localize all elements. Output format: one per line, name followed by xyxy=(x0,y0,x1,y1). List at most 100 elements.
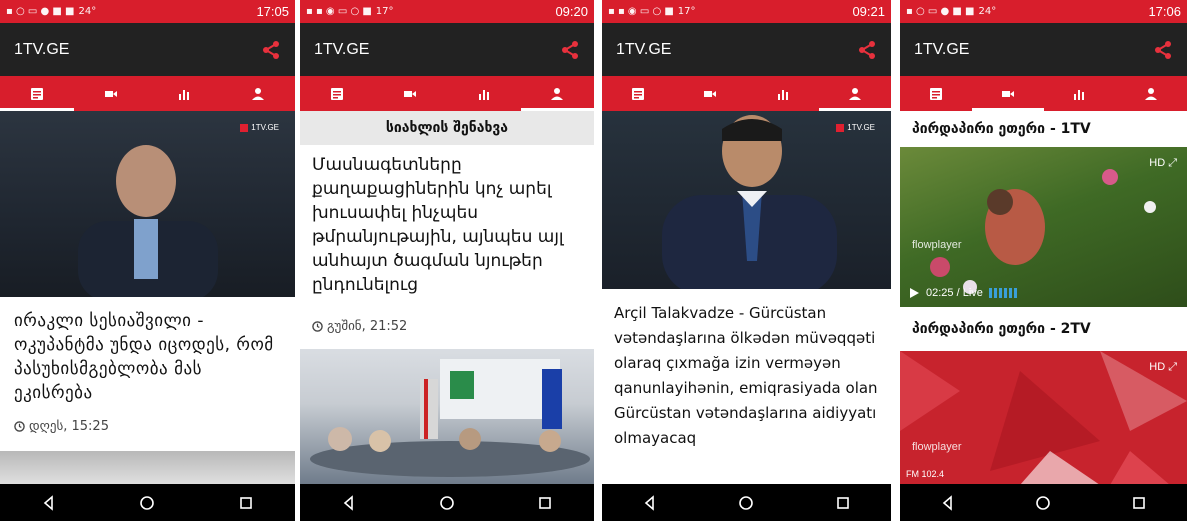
player-controls: 02:25 / Live xyxy=(908,287,1017,299)
news-image[interactable]: 1TV.GE xyxy=(0,111,295,297)
phone-screen-3: ▪ ▪ ◉ ▭ ○ ■ 17° 09:21 1TV.GE 1TV.GE Arçi… xyxy=(602,0,891,521)
video-icon xyxy=(1001,90,1014,97)
tab-profile[interactable] xyxy=(1115,76,1187,111)
tab-bar xyxy=(602,76,891,111)
news-detail-content: 1TV.GE Arçil Talakvadze - Gürcüstan vətə… xyxy=(602,111,891,484)
news-icon xyxy=(929,87,942,100)
share-icon[interactable] xyxy=(857,40,877,60)
status-time: 09:21 xyxy=(852,4,885,19)
chart-icon xyxy=(1074,89,1085,100)
next-news-image[interactable] xyxy=(0,451,295,484)
tab-profile[interactable] xyxy=(520,76,595,111)
tab-video[interactable] xyxy=(971,76,1044,111)
video-player-1tv[interactable]: HD ⤢ flowplayer 02:25 / Live xyxy=(900,147,1187,307)
hd-fullscreen-icon[interactable]: HD ⤢ xyxy=(1149,361,1177,374)
news-headline[interactable]: Մասնագետները քաղաքացիներին կոչ արել խուս… xyxy=(312,153,584,297)
tab-bar xyxy=(0,76,295,111)
app-bar: 1TV.GE xyxy=(602,23,891,76)
tab-news[interactable] xyxy=(602,76,674,111)
status-icons: ▪ ○ ▭ ● ■ ■ 24° xyxy=(6,6,97,17)
home-icon[interactable] xyxy=(438,494,456,512)
status-icons: ▪ ○ ▭ ● ■ ■ 24° xyxy=(906,6,997,17)
status-icons: ▪ ▪ ◉ ▭ ○ ■ 17° xyxy=(608,6,696,17)
status-bar: ▪ ▪ ◉ ▭ ○ ■ 17° 09:20 xyxy=(300,0,594,23)
meeting-illustration xyxy=(310,359,590,477)
status-time: 17:06 xyxy=(1148,4,1181,19)
volume-bars[interactable] xyxy=(988,288,1017,298)
share-icon[interactable] xyxy=(261,40,281,60)
tab-profile[interactable] xyxy=(818,76,891,111)
recents-icon[interactable] xyxy=(536,494,554,512)
video-player-2tv[interactable]: HD ⤢ flowplayer FM 102.4 xyxy=(900,351,1187,484)
tab-bar xyxy=(900,76,1187,111)
share-icon[interactable] xyxy=(560,40,580,60)
news-image[interactable] xyxy=(300,349,594,484)
news-headline[interactable]: ირაკლი სესიაშვილი - ოკუპანტმა უნდა იცოდე… xyxy=(14,309,285,405)
tab-stats[interactable] xyxy=(447,76,521,111)
person-illustration xyxy=(78,145,218,297)
profile-icon xyxy=(551,87,564,100)
tab-news[interactable] xyxy=(0,76,74,111)
app-title: 1TV.GE xyxy=(14,40,70,58)
app-bar: 1TV.GE xyxy=(0,23,295,76)
tab-profile[interactable] xyxy=(221,76,295,111)
tab-stats[interactable] xyxy=(148,76,222,111)
tab-video[interactable] xyxy=(74,76,148,111)
play-icon[interactable] xyxy=(908,287,920,299)
back-icon[interactable] xyxy=(641,494,659,512)
back-icon[interactable] xyxy=(939,494,957,512)
app-title: 1TV.GE xyxy=(616,40,672,58)
hd-fullscreen-icon[interactable]: HD ⤢ xyxy=(1149,157,1177,170)
profile-icon xyxy=(848,87,861,100)
tab-stats[interactable] xyxy=(1044,76,1116,111)
news-image[interactable]: 1TV.GE xyxy=(602,111,891,289)
news-icon xyxy=(30,87,43,100)
tab-news[interactable] xyxy=(900,76,972,111)
home-icon[interactable] xyxy=(1034,494,1052,512)
section-title: სიახლის შენახვა xyxy=(300,111,594,145)
saved-news-content: სიახლის შენახვა Մասնագետները քաղաքացիներ… xyxy=(300,111,594,484)
status-bar: ▪ ○ ▭ ● ■ ■ 24° 17:06 xyxy=(900,0,1187,23)
status-time: 09:20 xyxy=(555,4,588,19)
live-title-1tv: პირდაპირი ეთერი - 1TV xyxy=(912,121,1091,137)
phone-screen-4: ▪ ○ ▭ ● ■ ■ 24° 17:06 1TV.GE პირდაპირი ე… xyxy=(900,0,1187,521)
news-meta: დღეს, 15:25 xyxy=(14,419,109,434)
phone-screen-1: ▪ ○ ▭ ● ■ ■ 24° 17:05 1TV.GE 1TV.GE ირაკ… xyxy=(0,0,295,521)
system-nav-bar xyxy=(300,484,594,521)
recents-icon[interactable] xyxy=(1130,494,1148,512)
status-time: 17:05 xyxy=(256,4,289,19)
home-icon[interactable] xyxy=(737,494,755,512)
status-icons: ▪ ▪ ◉ ▭ ○ ■ 17° xyxy=(306,6,394,17)
tab-video[interactable] xyxy=(374,76,448,111)
system-nav-bar xyxy=(602,484,891,521)
chart-icon xyxy=(179,89,190,100)
recents-icon[interactable] xyxy=(834,494,852,512)
recents-icon[interactable] xyxy=(237,494,255,512)
app-title: 1TV.GE xyxy=(314,40,370,58)
news-headline[interactable]: Arçil Talakvadze - Gürcüstan vətəndaşlar… xyxy=(614,301,883,451)
home-icon[interactable] xyxy=(138,494,156,512)
back-icon[interactable] xyxy=(340,494,358,512)
player-watermark: flowplayer xyxy=(912,441,962,453)
video-icon xyxy=(704,90,717,97)
player-watermark: flowplayer xyxy=(912,239,962,251)
chart-icon xyxy=(777,89,788,100)
clock-icon xyxy=(312,321,323,332)
news-meta: გუშინ, 21:52 xyxy=(312,319,407,334)
garden-illustration xyxy=(930,169,1156,294)
news-icon xyxy=(330,87,343,100)
news-time: დღეს, 15:25 xyxy=(29,419,109,434)
news-content: 1TV.GE ირაკლი სესიაშვილი - ოკუპანტმა უნდ… xyxy=(0,111,295,484)
tab-news[interactable] xyxy=(300,76,374,111)
back-icon[interactable] xyxy=(40,494,58,512)
live-title-2tv: პირდაპირი ეთერი - 2TV xyxy=(912,321,1091,337)
status-bar: ▪ ▪ ◉ ▭ ○ ■ 17° 09:21 xyxy=(602,0,891,23)
tab-stats[interactable] xyxy=(747,76,819,111)
app-bar: 1TV.GE xyxy=(300,23,594,76)
clock-icon xyxy=(14,421,25,432)
share-icon[interactable] xyxy=(1153,40,1173,60)
news-time: გუშინ, 21:52 xyxy=(327,319,408,334)
tab-video[interactable] xyxy=(674,76,746,111)
phone-screen-2: ▪ ▪ ◉ ▭ ○ ■ 17° 09:20 1TV.GE სიახლის შენ… xyxy=(300,0,594,521)
app-title: 1TV.GE xyxy=(914,40,970,58)
